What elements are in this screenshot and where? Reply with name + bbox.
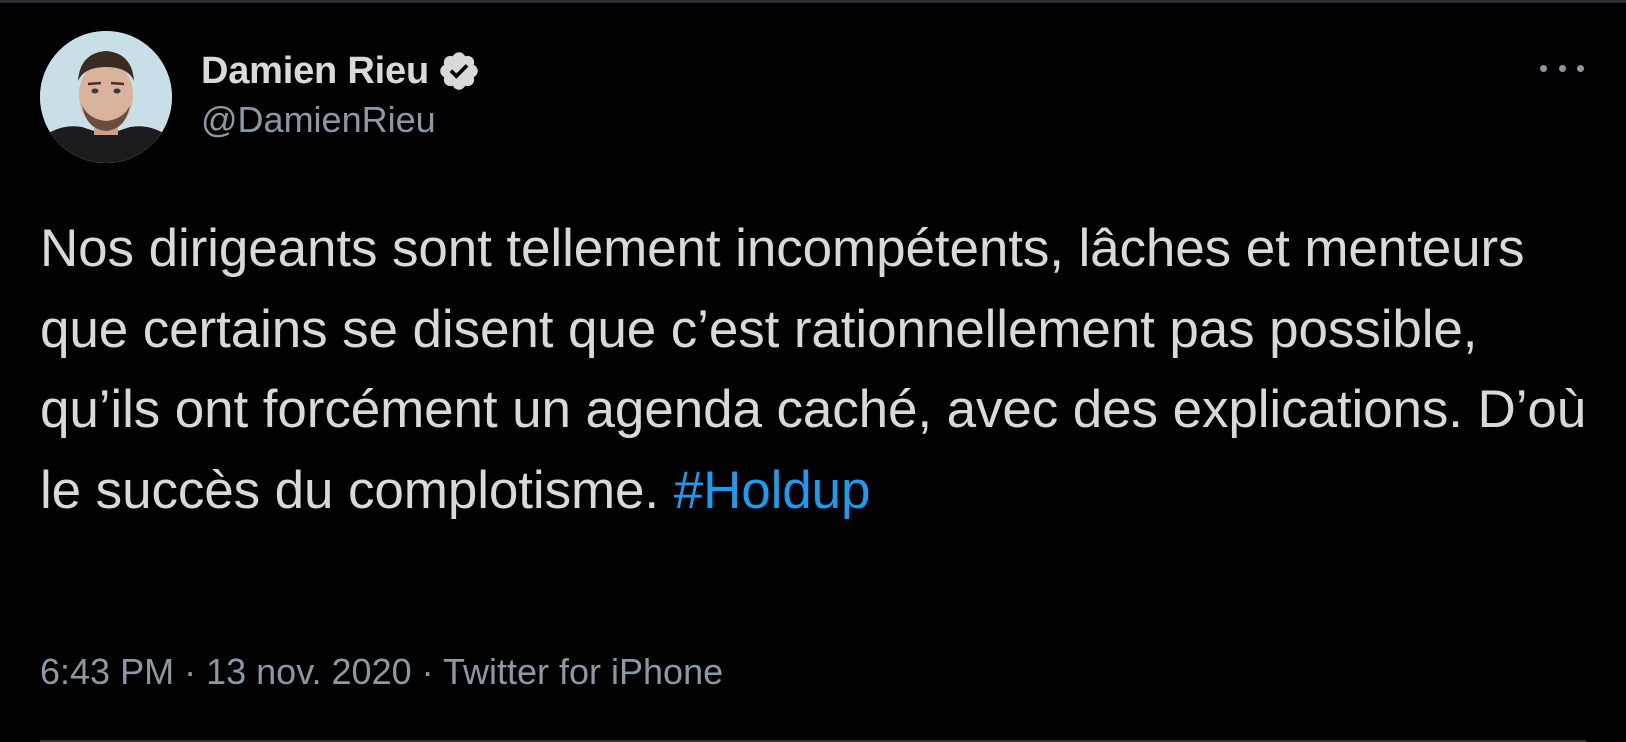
author-display-name[interactable]: Damien Rieu: [201, 50, 429, 93]
tweet-card: Damien Rieu @DamienRieu Nos dirigeants s…: [0, 0, 1626, 742]
more-horizontal-icon[interactable]: [1540, 53, 1584, 83]
verified-badge-icon: [440, 52, 478, 90]
more-dot: [1558, 64, 1566, 72]
meta-separator: ·: [184, 651, 197, 692]
tweet-metadata: 6:43 PM · 13 nov. 2020 · Twitter for iPh…: [40, 651, 723, 693]
author-handle[interactable]: @DamienRieu: [201, 99, 436, 141]
tweet-date[interactable]: 13 nov. 2020: [206, 651, 412, 692]
hashtag-link[interactable]: #Holdup: [674, 461, 871, 520]
author-name-row[interactable]: Damien Rieu: [201, 47, 481, 95]
tweet-text: Nos dirigeants sont tellement incompéten…: [40, 209, 1600, 531]
avatar[interactable]: [40, 31, 172, 163]
more-dot: [1577, 64, 1584, 72]
meta-separator: ·: [421, 651, 434, 692]
more-dot: [1540, 64, 1547, 72]
tweet-time[interactable]: 6:43 PM: [40, 651, 174, 692]
tweet-source[interactable]: Twitter for iPhone: [443, 651, 723, 692]
